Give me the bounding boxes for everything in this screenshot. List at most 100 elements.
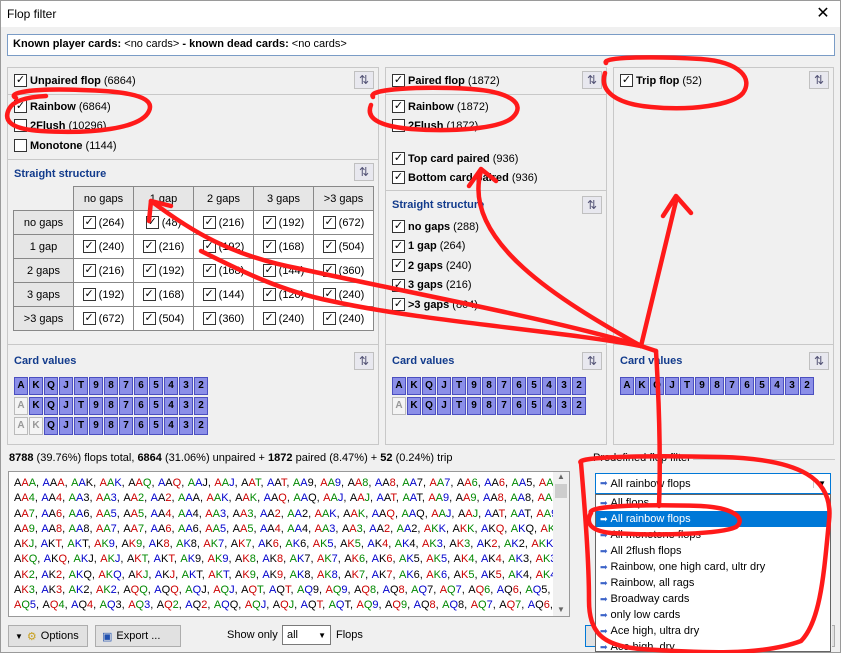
card-value-toggle[interactable]: 4 bbox=[164, 397, 178, 415]
card-value-toggle[interactable]: 3 bbox=[557, 377, 571, 395]
card-value-toggle[interactable]: 6 bbox=[134, 417, 148, 435]
card-value-toggle[interactable]: 3 bbox=[557, 397, 571, 415]
predefined-select[interactable]: ➡ All rainbow flops ▼ bbox=[595, 473, 831, 494]
card-value-toggle[interactable]: 2 bbox=[194, 417, 208, 435]
card-value-toggle[interactable]: T bbox=[74, 397, 88, 415]
card-value-toggle[interactable]: 5 bbox=[527, 377, 541, 395]
card-value-toggle[interactable]: Q bbox=[650, 377, 664, 395]
table-cell[interactable]: (264) bbox=[73, 210, 134, 235]
cell-check[interactable] bbox=[202, 240, 216, 253]
cell-check[interactable] bbox=[322, 288, 336, 301]
card-value-toggle[interactable]: 7 bbox=[497, 397, 511, 415]
cell-check[interactable] bbox=[82, 240, 96, 253]
card-value-toggle[interactable]: 2 bbox=[572, 377, 586, 395]
options-button[interactable]: ▼ ⚙ Options bbox=[8, 625, 88, 647]
card-value-toggle[interactable]: 3 bbox=[179, 397, 193, 415]
card-value-toggle[interactable]: 7 bbox=[497, 377, 511, 395]
card-value-toggle[interactable]: 5 bbox=[149, 397, 163, 415]
card-value-toggle[interactable]: J bbox=[437, 397, 451, 415]
table-cell[interactable]: (360) bbox=[313, 258, 374, 283]
table-cell[interactable]: (120) bbox=[253, 282, 314, 307]
scroll-down-icon[interactable]: ▼ bbox=[553, 605, 569, 614]
card-value-toggle[interactable]: 6 bbox=[134, 397, 148, 415]
cell-check[interactable] bbox=[142, 240, 156, 253]
card-value-toggle[interactable]: 6 bbox=[134, 377, 148, 395]
unpaired-check[interactable] bbox=[14, 74, 27, 87]
table-cell[interactable]: (192) bbox=[253, 210, 314, 235]
card-value-toggle[interactable]: K bbox=[29, 377, 43, 395]
table-cell[interactable]: (240) bbox=[73, 234, 134, 259]
table-cell[interactable]: (216) bbox=[193, 210, 254, 235]
card-value-toggle[interactable]: 2 bbox=[194, 377, 208, 395]
paired-rainbow-check[interactable] bbox=[392, 100, 405, 113]
paired-rainbow-checkbox[interactable]: Rainbow(1872) bbox=[392, 100, 489, 113]
cell-check[interactable] bbox=[82, 288, 96, 301]
card-value-toggle[interactable]: J bbox=[665, 377, 679, 395]
card-value-toggle[interactable]: Q bbox=[44, 417, 58, 435]
trip-check[interactable] bbox=[620, 74, 633, 87]
card-value-toggle[interactable]: 6 bbox=[512, 377, 526, 395]
scroll-up-icon[interactable]: ▲ bbox=[553, 472, 569, 481]
cell-check[interactable] bbox=[262, 264, 276, 277]
swap-icon[interactable]: ⇅ bbox=[582, 352, 602, 370]
card-value-toggle[interactable]: 8 bbox=[482, 397, 496, 415]
flops-list[interactable]: AAA, AAA, AAK, AAK, AAQ, AAQ, AAJ, AAJ, … bbox=[8, 471, 570, 617]
table-cell[interactable]: (240) bbox=[313, 306, 374, 331]
card-value-toggle[interactable]: 2 bbox=[800, 377, 814, 395]
cell-check[interactable] bbox=[322, 264, 336, 277]
trip-checkbox[interactable]: Trip flop(52) bbox=[620, 74, 702, 87]
export-button[interactable]: ▣ Export ... bbox=[95, 625, 181, 647]
dropdown-item[interactable]: ➡ Ace high, ultra dry bbox=[596, 623, 830, 639]
card-value-toggle[interactable]: 3 bbox=[785, 377, 799, 395]
card-value-toggle[interactable]: T bbox=[74, 417, 88, 435]
table-cell[interactable]: (360) bbox=[193, 306, 254, 331]
unpaired-2flush-check[interactable] bbox=[14, 119, 27, 132]
card-value-toggle[interactable]: 4 bbox=[164, 377, 178, 395]
bottom-card-paired-checkbox[interactable]: Bottom card paired(936) bbox=[392, 171, 538, 184]
dropdown-item[interactable]: ➡ All 2flush flops bbox=[596, 543, 830, 559]
cell-check[interactable] bbox=[262, 216, 276, 229]
card-value-toggle[interactable]: 7 bbox=[725, 377, 739, 395]
card-value-toggle[interactable]: 9 bbox=[89, 377, 103, 395]
card-value-toggle[interactable]: K bbox=[635, 377, 649, 395]
card-value-toggle[interactable]: 9 bbox=[695, 377, 709, 395]
table-cell[interactable]: (192) bbox=[73, 282, 134, 307]
card-value-toggle[interactable]: K bbox=[29, 397, 43, 415]
paired-gap-check[interactable] bbox=[392, 278, 405, 292]
table-cell[interactable]: (168) bbox=[193, 258, 254, 283]
table-cell[interactable]: (192) bbox=[133, 258, 194, 283]
card-value-toggle[interactable]: 5 bbox=[149, 417, 163, 435]
card-value-toggle[interactable]: 8 bbox=[104, 397, 118, 415]
paired-gap-check[interactable] bbox=[392, 259, 405, 273]
card-value-toggle[interactable]: 2 bbox=[572, 397, 586, 415]
card-value-toggle[interactable]: Q bbox=[44, 397, 58, 415]
cell-check[interactable] bbox=[262, 240, 276, 253]
table-cell[interactable]: (144) bbox=[193, 282, 254, 307]
paired-gap-checkbox[interactable]: no gaps(288) bbox=[392, 217, 479, 237]
card-value-toggle[interactable]: 9 bbox=[89, 397, 103, 415]
cell-check[interactable] bbox=[322, 216, 336, 229]
card-value-toggle[interactable]: T bbox=[452, 377, 466, 395]
table-cell[interactable]: (240) bbox=[313, 282, 374, 307]
swap-icon[interactable]: ⇅ bbox=[354, 163, 374, 181]
unpaired-monotone-checkbox[interactable]: Monotone (1144) bbox=[14, 139, 117, 152]
cell-check[interactable] bbox=[202, 312, 216, 325]
cell-check[interactable] bbox=[145, 216, 159, 229]
card-value-toggle[interactable]: Q bbox=[422, 377, 436, 395]
table-cell[interactable]: (672) bbox=[313, 210, 374, 235]
dropdown-item[interactable]: ➡ Rainbow, all rags bbox=[596, 575, 830, 591]
card-value-toggle[interactable]: 2 bbox=[194, 397, 208, 415]
cell-check[interactable] bbox=[82, 216, 96, 229]
cell-check[interactable] bbox=[202, 288, 216, 301]
card-value-toggle[interactable]: 4 bbox=[542, 377, 556, 395]
unpaired-2flush-checkbox[interactable]: 2Flush (10296) bbox=[14, 119, 106, 132]
card-value-toggle[interactable]: J bbox=[59, 417, 73, 435]
paired-gap-check[interactable] bbox=[392, 298, 405, 312]
card-value-toggle[interactable]: J bbox=[437, 377, 451, 395]
card-value-toggle[interactable]: T bbox=[74, 377, 88, 395]
card-value-toggle[interactable]: Q bbox=[422, 397, 436, 415]
dropdown-item[interactable]: ➡ Rainbow, one high card, ultr dry bbox=[596, 559, 830, 575]
cell-check[interactable] bbox=[322, 312, 336, 325]
card-value-toggle[interactable]: 7 bbox=[119, 377, 133, 395]
card-value-toggle[interactable]: 4 bbox=[542, 397, 556, 415]
